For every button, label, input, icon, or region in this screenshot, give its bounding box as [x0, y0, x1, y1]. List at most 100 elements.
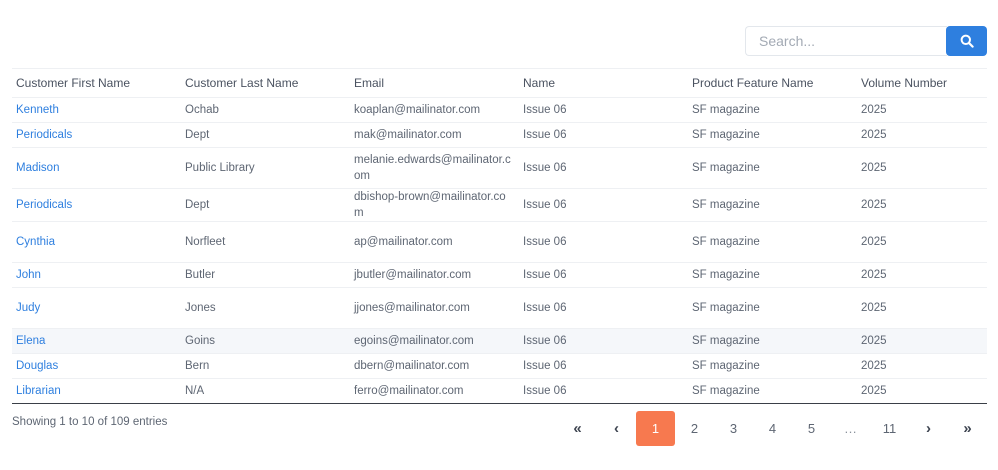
cell-volume: 2025	[857, 328, 987, 354]
table-row: Cynthia Norfleet ap@mailinator.com Issue…	[12, 221, 987, 263]
cell-first-name: Elena	[12, 328, 181, 354]
cell-volume: 2025	[857, 188, 987, 222]
cell-name: Issue 06	[519, 97, 688, 123]
cell-volume: 2025	[857, 287, 987, 329]
cell-name: Issue 06	[519, 287, 688, 329]
cell-email: melanie.edwards@mailinator.com	[350, 147, 519, 189]
cell-product-feature: SF magazine	[688, 287, 857, 329]
next-page-button[interactable]: ›	[909, 411, 948, 446]
cell-email: mak@mailinator.com	[350, 122, 519, 148]
column-header-email[interactable]: Email	[350, 68, 519, 98]
column-header-first-name[interactable]: Customer First Name	[12, 68, 181, 98]
first-name-link[interactable]: Librarian	[16, 385, 61, 397]
table-row: Periodicals Dept dbishop-brown@mailinato…	[12, 188, 987, 222]
cell-last-name: Public Library	[181, 147, 350, 189]
column-header-volume-number[interactable]: Volume Number	[857, 68, 987, 98]
page-button-5[interactable]: 5	[792, 411, 831, 446]
column-header-name[interactable]: Name	[519, 68, 688, 98]
cell-last-name: Jones	[181, 287, 350, 329]
pagination: « ‹ 1 2 3 4 5 … 11 › »	[558, 411, 987, 446]
first-name-link[interactable]: Cynthia	[16, 236, 55, 248]
last-page-button[interactable]: »	[948, 411, 987, 446]
column-header-last-name[interactable]: Customer Last Name	[181, 68, 350, 98]
cell-name: Issue 06	[519, 328, 688, 354]
cell-last-name: Goins	[181, 328, 350, 354]
cell-email: ap@mailinator.com	[350, 221, 519, 263]
cell-name: Issue 06	[519, 147, 688, 189]
page-button-11[interactable]: 11	[870, 411, 909, 446]
cell-first-name: John	[12, 262, 181, 288]
cell-product-feature: SF magazine	[688, 262, 857, 288]
cell-first-name: Judy	[12, 287, 181, 329]
table-header-row: Customer First Name Customer Last Name E…	[12, 68, 987, 98]
first-name-link[interactable]: Judy	[16, 302, 40, 314]
table-row: Librarian N/A ferro@mailinator.com Issue…	[12, 378, 987, 404]
table-row: Kenneth Ochab koaplan@mailinator.com Iss…	[12, 97, 987, 123]
page-button-4[interactable]: 4	[753, 411, 792, 446]
cell-email: dbishop-brown@mailinator.com	[350, 188, 519, 222]
data-table-widget: Customer First Name Customer Last Name E…	[0, 0, 998, 470]
cell-email: egoins@mailinator.com	[350, 328, 519, 354]
page-button-1[interactable]: 1	[636, 411, 675, 446]
cell-product-feature: SF magazine	[688, 378, 857, 404]
pagination-ellipsis: …	[844, 421, 857, 436]
cell-name: Issue 06	[519, 378, 688, 404]
page-button-3[interactable]: 3	[714, 411, 753, 446]
cell-product-feature: SF magazine	[688, 122, 857, 148]
page-button-2[interactable]: 2	[675, 411, 714, 446]
cell-product-feature: SF magazine	[688, 147, 857, 189]
table-row: Judy Jones jjones@mailinator.com Issue 0…	[12, 287, 987, 329]
cell-first-name: Douglas	[12, 353, 181, 379]
first-name-link[interactable]: Madison	[16, 162, 59, 174]
cell-last-name: Dept	[181, 188, 350, 222]
table-row: John Butler jbutler@mailinator.com Issue…	[12, 262, 987, 288]
cell-product-feature: SF magazine	[688, 97, 857, 123]
cell-volume: 2025	[857, 122, 987, 148]
previous-page-button[interactable]: ‹	[597, 411, 636, 446]
column-header-product-feature-name[interactable]: Product Feature Name	[688, 68, 857, 98]
entries-table: Customer First Name Customer Last Name E…	[12, 68, 987, 404]
cell-volume: 2025	[857, 262, 987, 288]
cell-volume: 2025	[857, 378, 987, 404]
cell-email: jjones@mailinator.com	[350, 287, 519, 329]
cell-name: Issue 06	[519, 262, 688, 288]
table-row: Douglas Bern dbern@mailinator.com Issue …	[12, 353, 987, 379]
first-name-link[interactable]: Periodicals	[16, 199, 72, 211]
search-button[interactable]	[946, 26, 987, 56]
cell-product-feature: SF magazine	[688, 221, 857, 263]
cell-email: jbutler@mailinator.com	[350, 262, 519, 288]
search-input[interactable]	[745, 26, 947, 56]
cell-product-feature: SF magazine	[688, 188, 857, 222]
first-name-link[interactable]: John	[16, 269, 41, 281]
cell-product-feature: SF magazine	[688, 353, 857, 379]
table-row: Madison Public Library melanie.edwards@m…	[12, 147, 987, 189]
table-row: Periodicals Dept mak@mailinator.com Issu…	[12, 122, 987, 148]
cell-first-name: Cynthia	[12, 221, 181, 263]
cell-email: koaplan@mailinator.com	[350, 97, 519, 123]
cell-volume: 2025	[857, 97, 987, 123]
cell-name: Issue 06	[519, 188, 688, 222]
cell-email: dbern@mailinator.com	[350, 353, 519, 379]
cell-first-name: Librarian	[12, 378, 181, 404]
cell-product-feature: SF magazine	[688, 328, 857, 354]
cell-last-name: Norfleet	[181, 221, 350, 263]
cell-last-name: N/A	[181, 378, 350, 404]
entries-info: Showing 1 to 10 of 109 entries	[12, 416, 168, 428]
cell-volume: 2025	[857, 221, 987, 263]
cell-last-name: Butler	[181, 262, 350, 288]
first-page-button[interactable]: «	[558, 411, 597, 446]
first-name-link[interactable]: Elena	[16, 335, 45, 347]
search-icon	[960, 34, 974, 48]
cell-first-name: Periodicals	[12, 188, 181, 222]
cell-name: Issue 06	[519, 122, 688, 148]
first-name-link[interactable]: Periodicals	[16, 129, 72, 141]
cell-name: Issue 06	[519, 353, 688, 379]
cell-last-name: Bern	[181, 353, 350, 379]
cell-last-name: Ochab	[181, 97, 350, 123]
first-name-link[interactable]: Kenneth	[16, 104, 59, 116]
cell-email: ferro@mailinator.com	[350, 378, 519, 404]
cell-first-name: Kenneth	[12, 97, 181, 123]
first-name-link[interactable]: Douglas	[16, 360, 58, 372]
table-row: Elena Goins egoins@mailinator.com Issue …	[12, 328, 987, 354]
cell-volume: 2025	[857, 353, 987, 379]
